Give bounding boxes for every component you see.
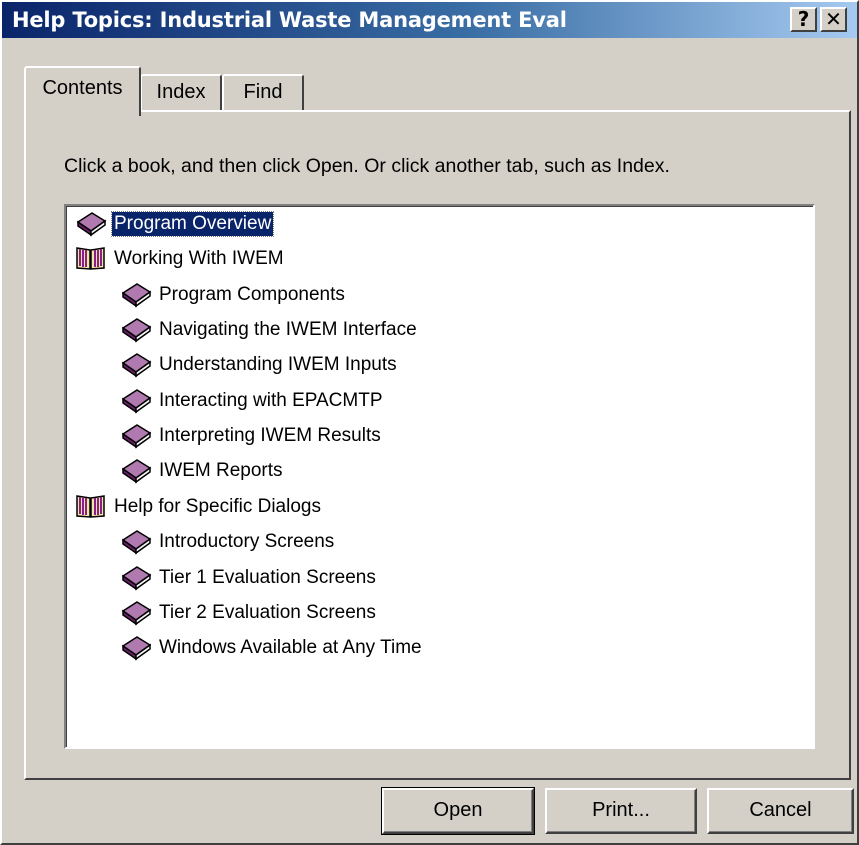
tree-item-label: Working With IWEM [114,248,284,269]
tree-item-label: Understanding IWEM Inputs [159,354,397,375]
tab-index[interactable]: Index [140,74,222,110]
tree-item-label: Tier 1 Evaluation Screens [159,567,376,588]
closed-book-icon [121,318,152,343]
closed-book-icon [121,353,152,378]
print-button[interactable]: Print... [545,788,697,834]
closed-book-icon [121,389,152,414]
closed-book-icon [76,212,107,237]
help-topics-dialog: Help Topics: Industrial Waste Management… [0,0,859,845]
instructions-text: Click a book, and then click Open. Or cl… [64,155,670,177]
tree-item-label: Tier 2 Evaluation Screens [159,602,376,623]
tree-item-label: Navigating the IWEM Interface [159,319,417,340]
closed-book-icon [121,601,152,626]
close-icon: ✕ [825,7,842,31]
tree-item-label: Windows Available at Any Time [159,637,422,658]
open-button[interactable]: Open [381,787,535,835]
closed-book-icon [121,283,152,308]
help-button[interactable]: ? [790,7,817,32]
tree-item-label: Introductory Screens [159,531,335,552]
window-title: Help Topics: Industrial Waste Management… [12,8,567,32]
tree-item-label: Program Components [159,284,345,305]
tab-find[interactable]: Find [222,74,304,110]
closed-book-icon [121,459,152,484]
closed-book-icon [121,530,152,555]
close-button[interactable]: ✕ [820,7,847,32]
tab-contents[interactable]: Contents [24,66,141,116]
tree-item-label: Help for Specific Dialogs [114,496,321,517]
closed-book-icon [121,636,152,661]
tree-item-label: Program Overview [110,211,275,237]
cancel-button[interactable]: Cancel [707,788,854,834]
open-book-icon [76,247,105,270]
tree-item-label: IWEM Reports [159,460,283,481]
closed-book-icon [121,566,152,591]
closed-book-icon [121,424,152,449]
contents-panel: Click a book, and then click Open. Or cl… [24,110,851,780]
open-book-icon [76,495,105,518]
tree-item-label: Interacting with EPACMTP [159,390,383,411]
title-bar[interactable]: Help Topics: Industrial Waste Management… [2,2,857,38]
tree-item-label: Interpreting IWEM Results [159,425,381,446]
topics-tree[interactable]: Program Overview Working With IWEM Progr… [64,204,815,749]
